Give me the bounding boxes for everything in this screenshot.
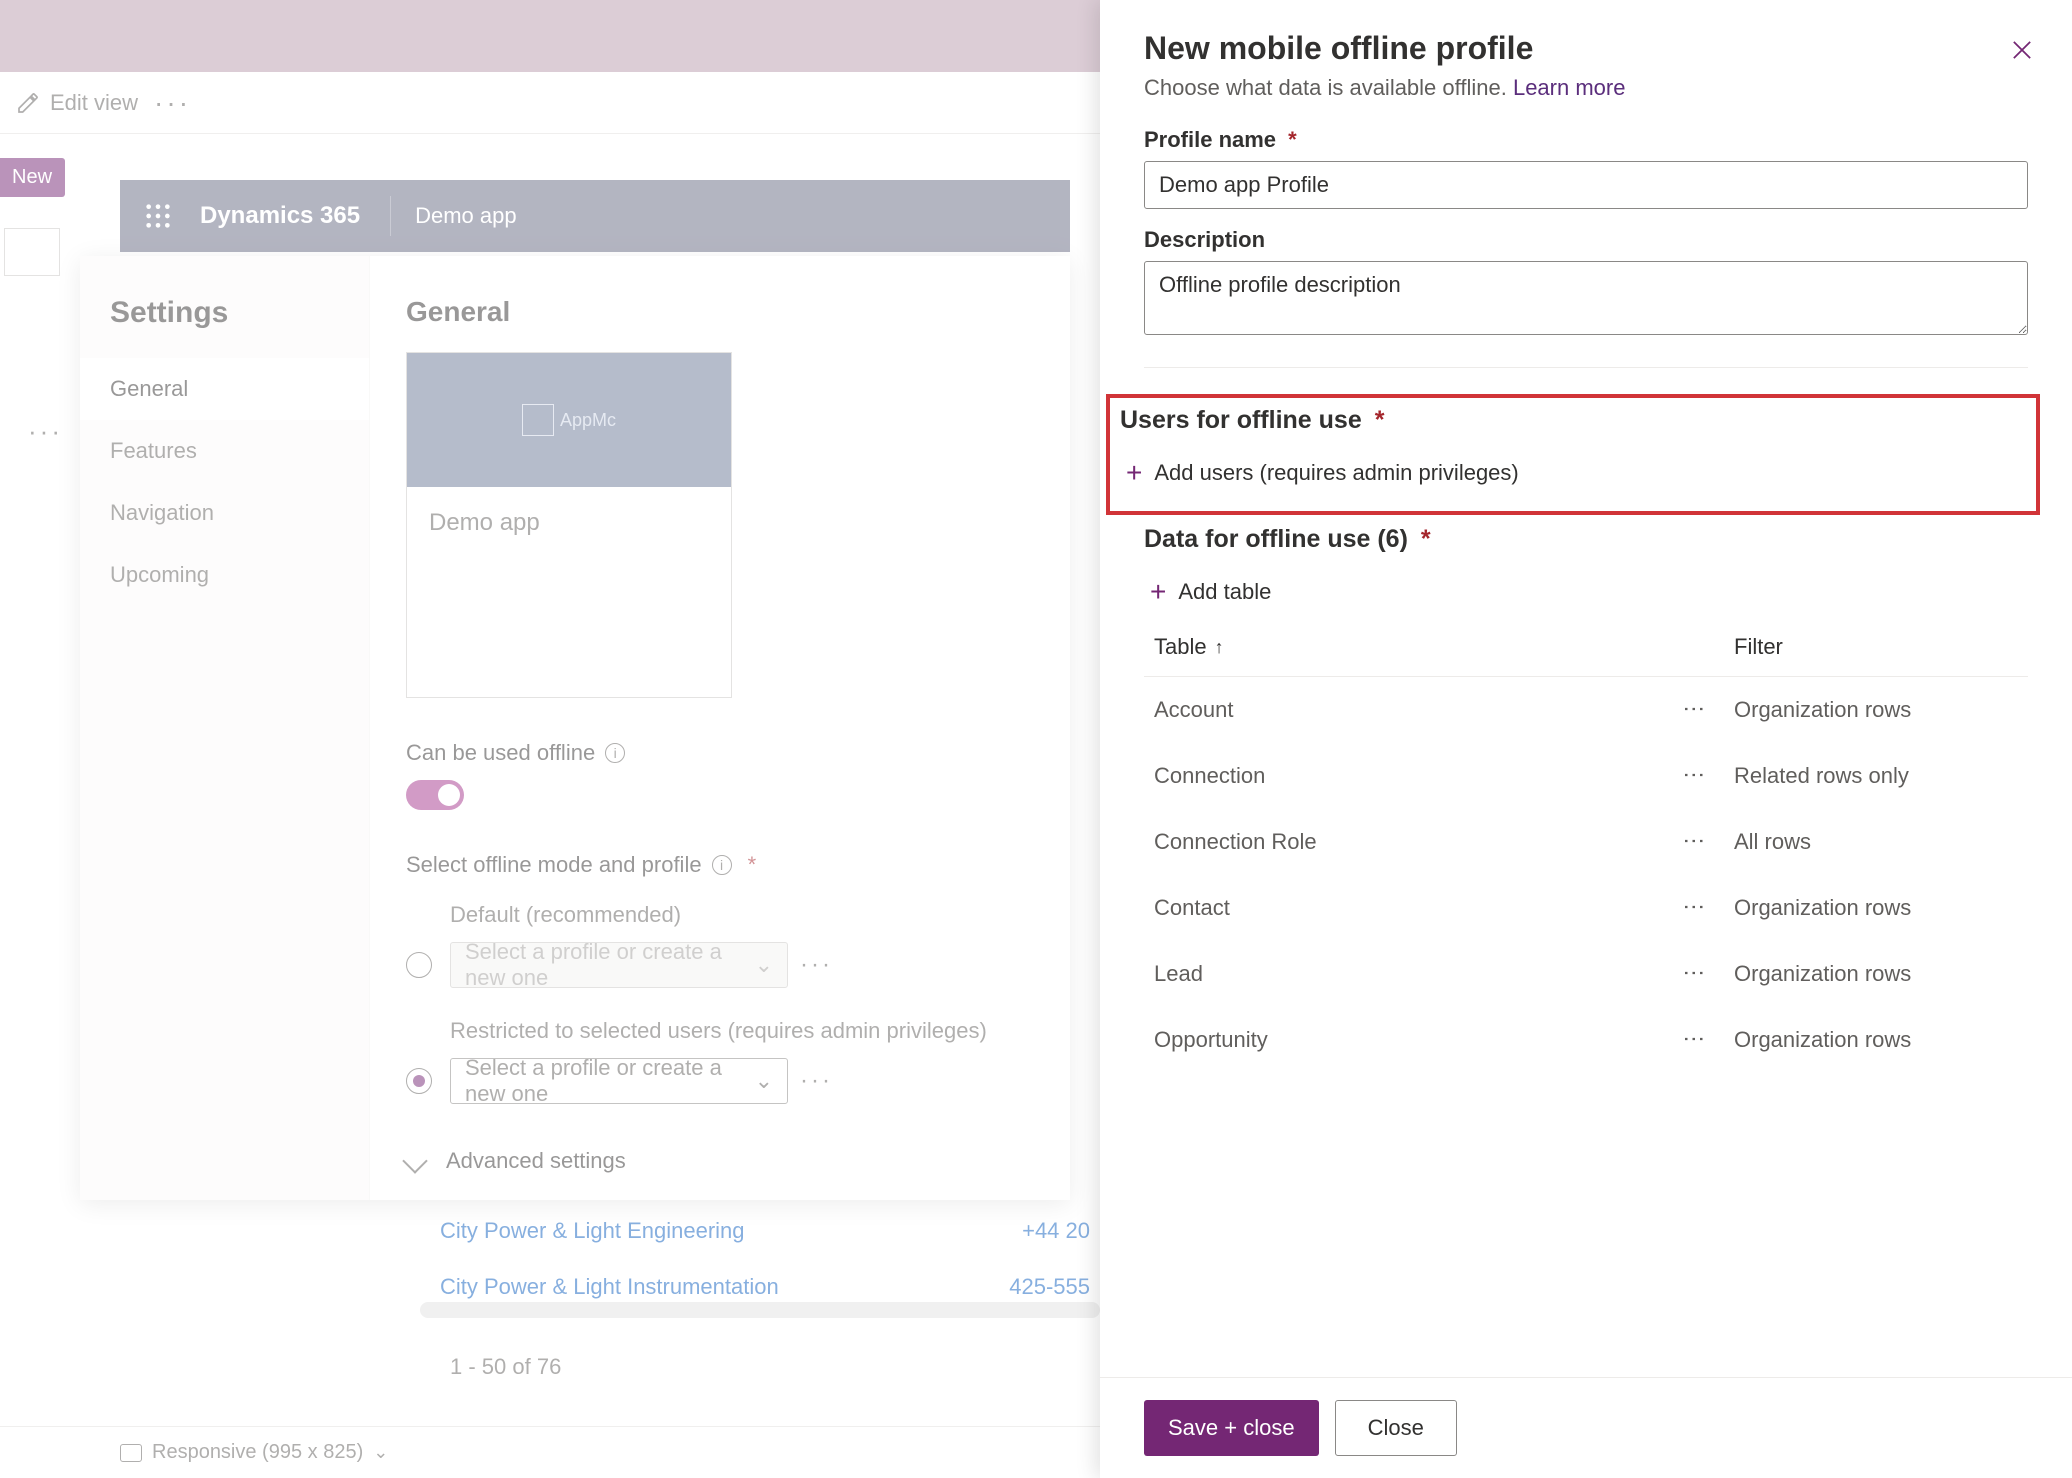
- table-column-header[interactable]: Table ↑: [1154, 634, 1654, 660]
- row-more-icon[interactable]: ⋮: [1681, 830, 1707, 854]
- description-textarea[interactable]: Offline profile description: [1144, 261, 2028, 335]
- table-row[interactable]: Lead ⋮ Organization rows: [1144, 941, 2028, 1007]
- table-cell-name: Lead: [1154, 961, 1654, 987]
- table-cell-filter: Organization rows: [1734, 961, 2018, 987]
- plus-icon: +: [1150, 576, 1166, 608]
- row-more-icon[interactable]: ⋮: [1681, 698, 1707, 722]
- sort-ascending-icon: ↑: [1215, 637, 1224, 658]
- offline-profile-panel: New mobile offline profile Choose what d…: [1100, 0, 2072, 1478]
- table-row[interactable]: Connection Role ⋮ All rows: [1144, 809, 2028, 875]
- row-more-icon[interactable]: ⋮: [1681, 896, 1707, 920]
- table-cell-name: Connection: [1154, 763, 1654, 789]
- row-more-icon[interactable]: ⋮: [1681, 764, 1707, 788]
- close-button[interactable]: Close: [1335, 1400, 1457, 1456]
- profile-name-input[interactable]: [1144, 161, 2028, 209]
- filter-column-header[interactable]: Filter: [1734, 634, 2018, 660]
- add-users-button[interactable]: + Add users (requires admin privileges): [1120, 447, 2026, 499]
- save-close-button[interactable]: Save + close: [1144, 1400, 1319, 1456]
- table-cell-filter: Organization rows: [1734, 697, 2018, 723]
- add-table-button[interactable]: + Add table: [1144, 566, 2028, 618]
- panel-footer: Save + close Close: [1100, 1377, 2072, 1478]
- table-cell-filter: Related rows only: [1734, 763, 2018, 789]
- panel-subtitle: Choose what data is available offline. L…: [1144, 75, 2028, 101]
- description-label: Description: [1144, 227, 2028, 253]
- table-cell-name: Contact: [1154, 895, 1654, 921]
- table-header-row: Table ↑ Filter: [1144, 618, 2028, 677]
- row-more-icon[interactable]: ⋮: [1681, 962, 1707, 986]
- learn-more-link[interactable]: Learn more: [1513, 75, 1626, 100]
- row-more-icon[interactable]: ⋮: [1681, 1028, 1707, 1052]
- table-row[interactable]: Opportunity ⋮ Organization rows: [1144, 1007, 2028, 1073]
- panel-title: New mobile offline profile: [1144, 30, 2028, 67]
- table-cell-filter: All rows: [1734, 829, 2018, 855]
- plus-icon: +: [1126, 457, 1142, 489]
- table-cell-name: Opportunity: [1154, 1027, 1654, 1053]
- table-cell-name: Account: [1154, 697, 1654, 723]
- table-cell-filter: Organization rows: [1734, 1027, 2018, 1053]
- close-icon[interactable]: [2008, 36, 2036, 64]
- profile-name-label: Profile name *: [1144, 127, 2028, 153]
- table-cell-filter: Organization rows: [1734, 895, 2018, 921]
- table-row[interactable]: Connection ⋮ Related rows only: [1144, 743, 2028, 809]
- users-section-title: Users for offline use *: [1120, 406, 2026, 435]
- users-section-highlight: Users for offline use * + Add users (req…: [1106, 394, 2040, 515]
- table-row[interactable]: Account ⋮ Organization rows: [1144, 677, 2028, 743]
- table-cell-name: Connection Role: [1154, 829, 1654, 855]
- table-row[interactable]: Contact ⋮ Organization rows: [1144, 875, 2028, 941]
- data-section-title: Data for offline use (6) *: [1144, 525, 2028, 554]
